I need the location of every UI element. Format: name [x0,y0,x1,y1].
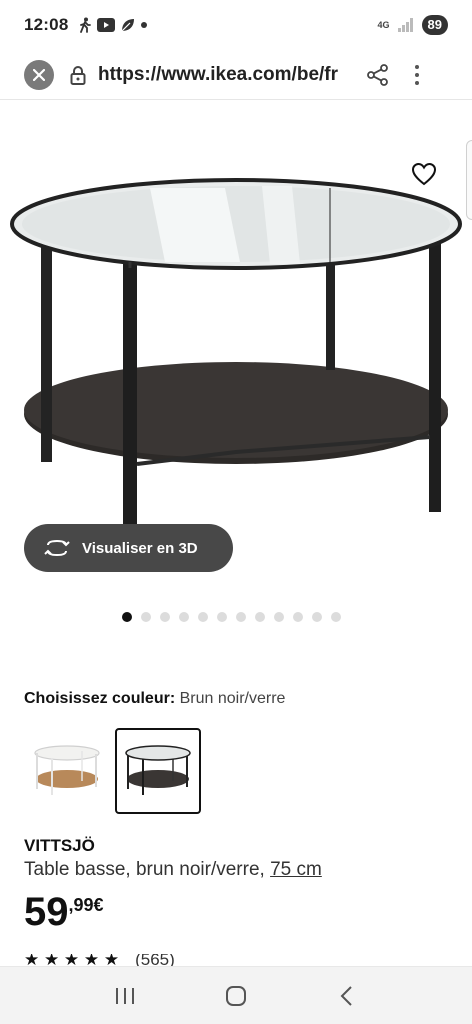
product-name: VITTSJÖ [24,836,95,855]
visualize-3d-label: Visualiser en 3D [82,539,198,557]
carousel-dot[interactable] [141,612,151,622]
lock-icon[interactable] [70,65,86,85]
review-count: (565) [135,954,175,966]
more-vert-icon[interactable] [415,64,419,85]
browser-url-bar: https://www.ikea.com/be/fr [0,50,472,100]
heart-icon[interactable] [410,160,438,188]
rating-stars: ★ ★ ★ ★ ★ [24,954,120,966]
carousel-dot[interactable] [293,612,303,622]
battery-level: 89 [421,15,448,35]
carousel-dot[interactable] [331,612,341,622]
product-image-carousel[interactable] [0,102,472,592]
price-decimal: ,99€ [68,895,104,915]
status-icons [78,17,148,33]
visualize-3d-button[interactable]: Visualiser en 3D [24,524,233,572]
signal-icon [397,18,413,32]
color-chooser: Choisissez couleur: Brun noir/verre [24,690,285,708]
url-field[interactable]: https://www.ikea.com/be/fr [98,64,353,86]
share-icon[interactable] [367,63,389,86]
carousel-dot[interactable] [274,612,284,622]
home-button[interactable] [216,976,256,1016]
carousel-dot[interactable] [198,612,208,622]
edge-panel-handle[interactable] [466,140,472,220]
network-type: 4G [377,20,390,30]
carousel-dot[interactable] [179,612,189,622]
rotate-3d-icon [44,539,70,557]
carousel-dot[interactable] [122,612,132,622]
color-option-brun-noir-verre[interactable] [115,728,201,814]
leaf-icon [122,18,135,31]
back-button[interactable] [327,976,367,1016]
carousel-dot[interactable] [236,612,246,622]
person-walking-icon [80,17,92,33]
price-integer: 59 [24,890,69,934]
carousel-dot[interactable] [312,612,322,622]
close-tab-button[interactable] [24,59,54,90]
youtube-icon [97,18,116,32]
product-image [10,178,462,538]
product-description: Table basse, brun noir/verre, 75 cm [24,859,322,881]
color-value: Brun noir/verre [179,690,286,707]
swatch-white-table-image [34,745,100,795]
system-nav-bar [0,966,472,1024]
recent-apps-icon [116,987,135,1004]
close-icon [33,68,45,81]
product-price: 59 ,99€ [24,890,104,934]
color-option-white-stain-oak[interactable] [24,728,110,814]
carousel-dot[interactable] [160,612,170,622]
product-description-text: Table basse, brun noir/verre, [24,859,271,880]
product-size-link[interactable]: 75 cm [270,859,322,880]
status-bar: 12:08 4G 89 [0,0,472,50]
swatch-black-table-image [125,745,191,795]
color-label: Choisissez couleur: [24,690,176,707]
dot-icon [141,22,148,28]
carousel-dot[interactable] [217,612,227,622]
carousel-dots[interactable] [122,612,341,622]
back-icon [340,985,352,1006]
recent-apps-button[interactable] [105,976,145,1016]
product-rating[interactable]: ★ ★ ★ ★ ★ (565) [24,954,175,966]
carousel-dot[interactable] [255,612,265,622]
status-right: 4G 89 [378,15,448,35]
status-time: 12:08 [24,15,69,34]
home-icon [225,985,246,1006]
